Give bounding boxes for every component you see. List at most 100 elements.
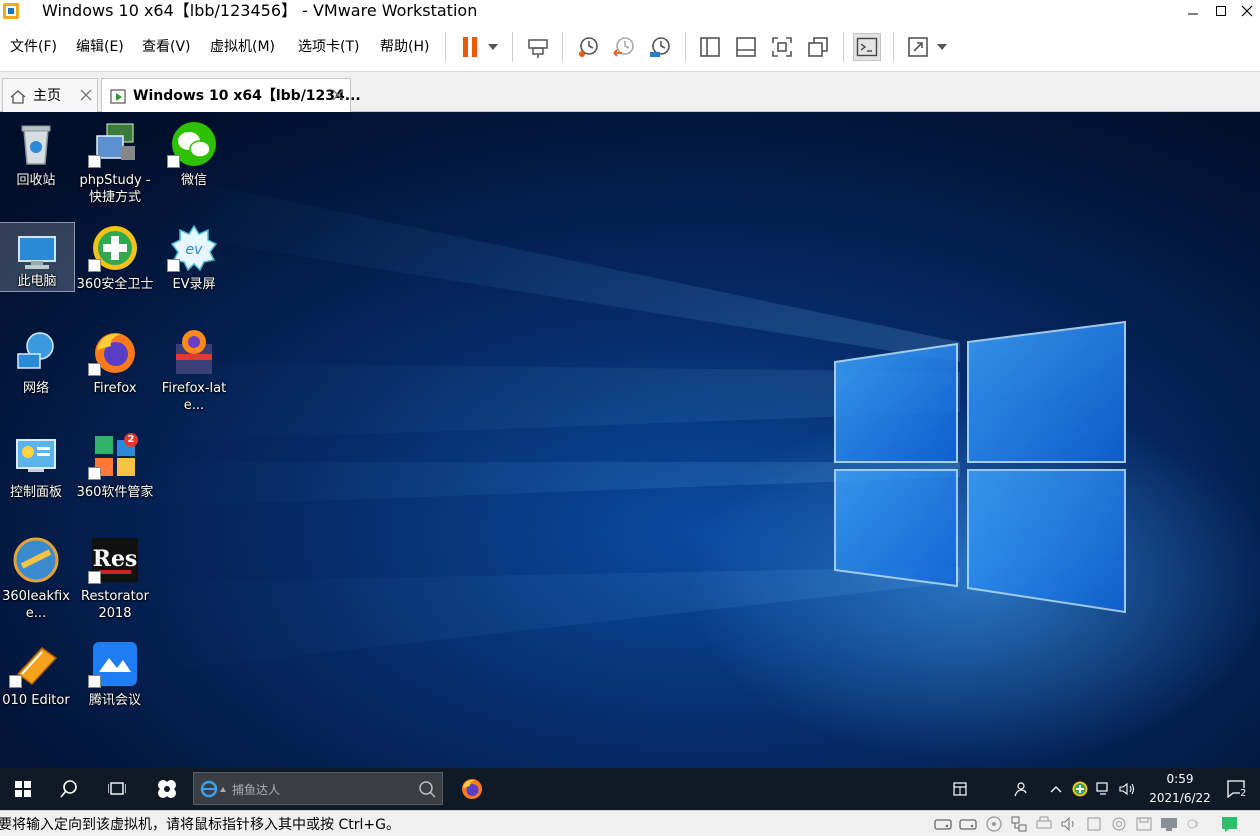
desktop-icon-restorator[interactable]: Res Restorator 2018 [76,530,154,626]
desktop-icon-control-panel[interactable]: 控制面板 [0,426,75,522]
recycle-bin-icon [21,125,51,165]
search-icon [60,780,77,798]
close-button[interactable] [1230,0,1260,22]
desktop-icon-firefox-installer[interactable]: Firefox-late... [155,322,233,418]
terminal-icon [856,37,878,57]
tab-bar: 主页 Windows 10 x64【lbb/1234... [0,72,1260,112]
taskbar-search-box[interactable]: 捕鱼达人 [193,772,443,805]
tab-home-label: 主页 [33,88,61,104]
show-hidden-icons-button[interactable] [1046,778,1066,800]
send-ctrl-alt-del-icon [528,39,548,58]
message-log-icon[interactable] [1220,815,1240,833]
close-icon[interactable] [79,88,93,102]
pause-button[interactable] [456,33,484,61]
floppy-icon[interactable] [1134,815,1154,833]
network-tray-icon [1096,782,1108,795]
send-ctrl-alt-del-button[interactable] [524,33,552,61]
taskbar-app-button[interactable] [144,768,190,810]
task-view-button[interactable] [94,768,140,810]
360-leakfixer-icon [13,537,59,583]
tray-360-button[interactable] [1070,778,1090,800]
chevron-down-icon [488,44,498,50]
unity-button[interactable] [804,33,832,61]
svg-text:Res: Res [93,546,138,572]
cd-dvd-icon[interactable] [984,815,1004,833]
desktop-icon-label: 微信 [180,173,207,188]
desktop-icon-firefox[interactable]: Firefox [76,322,154,418]
hard-disk-2-icon[interactable] [958,815,978,833]
hard-disk-icon[interactable] [933,815,953,833]
revert-snapshot-button[interactable] [610,33,638,61]
snapshot-manager-button[interactable] [646,33,674,61]
windows-start-icon [15,781,31,797]
toolbar-separator [893,32,894,62]
desktop-icon-360-software-manager[interactable]: 2 360软件管家 [76,426,154,522]
taskbar-clock-date[interactable]: 2021/6/22 [1140,791,1220,805]
desktop-icon-tencent-meeting[interactable]: 腾讯会议 [76,634,154,730]
shortcut-arrow-icon [88,259,101,272]
usb-device-icon[interactable] [1184,815,1204,833]
desktop-icon-360leakfixer[interactable]: 360leakfixe... [0,530,75,626]
desktop-icon-360-security[interactable]: 360安全卫士 [76,218,154,314]
shortcut-arrow-icon [88,675,101,688]
tab-home[interactable]: 主页 [2,78,98,112]
tray-network-button[interactable] [1094,778,1114,800]
show-library-button[interactable] [696,33,724,61]
console-view-icon [700,37,720,57]
menu-file[interactable]: 文件(F) [10,38,57,56]
desktop-icon-network[interactable]: 网络 [0,322,75,418]
menu-tabs[interactable]: 选项卡(T) [298,38,359,56]
taskbar-clock-time[interactable]: 0:59 [1150,772,1210,786]
desktop-icon-ev-recorder[interactable]: ev EV录屏 [155,218,233,314]
menu-view[interactable]: 查看(V) [142,38,191,56]
desktop-icon-wechat[interactable]: 微信 [155,114,233,210]
notification-count-badge: 2 [1240,788,1247,799]
camera-icon[interactable] [1109,815,1129,833]
shortcut-arrow-icon [88,155,101,168]
action-center-button[interactable]: 2 [1224,778,1250,800]
tray-calendar-button[interactable] [950,778,970,800]
desktop-icon-label: 回收站 [16,173,56,188]
desktop-icon-010-editor[interactable]: 010 Editor [0,634,75,730]
printer-icon[interactable] [1034,815,1054,833]
stretch-dropdown-button[interactable] [932,33,952,61]
desktop-icon-this-pc[interactable]: 此电脑 [0,222,75,292]
tray-volume-button[interactable] [1117,778,1137,800]
console-terminal-button[interactable] [853,33,881,61]
desktop-icon-label: 010 Editor [2,693,70,708]
maximize-icon [1216,6,1226,16]
desktop-icon-phpstudy[interactable]: phpStudy - 快捷方式 [76,114,154,210]
shortcut-arrow-icon [88,467,101,480]
network-icon [17,332,54,369]
start-button[interactable] [0,768,46,810]
tray-people-button[interactable] [1010,778,1030,800]
minimize-icon [1188,13,1198,15]
display-icon[interactable] [1159,815,1179,833]
menu-edit[interactable]: 编辑(E) [76,38,124,56]
desktop-icon-label: 360leakfixe... [2,589,70,621]
usb-icon[interactable] [1084,815,1104,833]
power-dropdown-button[interactable] [482,33,504,61]
shortcut-arrow-icon [167,259,180,272]
taskbar-firefox-button[interactable] [449,768,495,810]
control-panel-icon [16,439,56,472]
desktop-icon-recycle-bin[interactable]: 回收站 [0,114,75,210]
search-button[interactable] [46,768,92,810]
thumbnail-view-icon [736,37,756,57]
menu-vm[interactable]: 虚拟机(M) [210,38,275,56]
menu-help[interactable]: 帮助(H) [380,38,429,56]
home-icon [10,90,26,104]
take-snapshot-button[interactable] [574,33,602,61]
stretch-guest-button[interactable] [904,33,932,61]
sound-icon[interactable] [1059,815,1079,833]
vm-desktop[interactable]: 回收站 此电脑 网络 控制面板 360leakfixe... 010 Edito… [0,112,1260,768]
network-adapter-icon[interactable] [1009,815,1029,833]
tab-vm[interactable]: Windows 10 x64【lbb/1234... [101,78,361,112]
fullscreen-button[interactable] [768,33,796,61]
status-bar: 要将输入定向到该虚拟机，请将鼠标指针移入其中或按 Ctrl+G。 [0,810,1260,836]
thumbnail-bar-button[interactable] [732,33,760,61]
title-bar: Windows 10 x64【lbb/123456】 - VMware Work… [0,0,1260,22]
close-icon[interactable] [331,88,345,102]
desktop-icon-label: 360安全卫士 [76,277,154,292]
vmware-app-icon[interactable] [2,2,20,20]
